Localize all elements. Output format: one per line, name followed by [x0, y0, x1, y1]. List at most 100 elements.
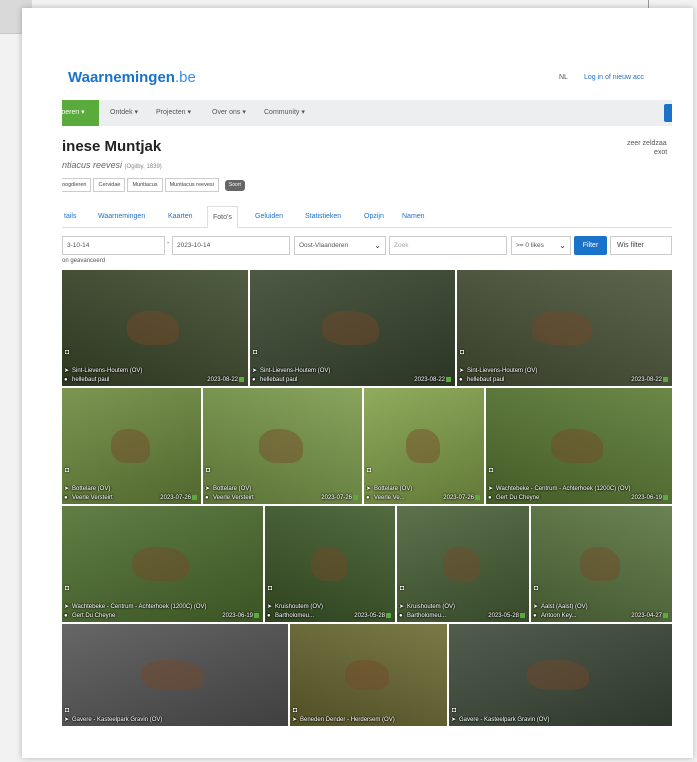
validated-check-icon	[386, 613, 391, 618]
nav-item-community[interactable]: Community ▾	[264, 100, 305, 126]
photo-tile[interactable]: ◘ ➤ Gavere - Kasteelpark Gravin (OV)	[62, 624, 288, 726]
status-label: exot	[654, 149, 668, 156]
photo-date: 2023-06-19	[631, 495, 662, 501]
photo-image	[258, 428, 304, 464]
user-icon: ●	[366, 495, 370, 501]
photo-tile[interactable]: ◘ ➤ Wachtebeke - Centrum - Achterhoek (120…	[62, 506, 263, 622]
date-from-input[interactable]: 3-10-14	[62, 236, 165, 255]
location-arrow-icon: ➤	[399, 604, 405, 610]
advanced-toggle-link[interactable]: on geavanceerd	[62, 258, 105, 264]
photo-location: ➤ Sint-Lievens-Houtem (OV)	[64, 367, 244, 374]
species-tabs: tails Waarnemingen Kaarten Foto's Geluid…	[62, 206, 672, 228]
photo-observer: ● Gert Du Cheyne 2023-06-19	[64, 613, 259, 619]
camera-icon: ◘	[65, 349, 70, 356]
photo-observer: ● Veerle Ve... 2023-07-26	[366, 495, 480, 501]
photo-image	[344, 659, 389, 691]
photo-tile[interactable]: ◘ ➤ Wachtebeke - Centrum - Achterhoek (120…	[486, 388, 672, 504]
photo-tile[interactable]: ◘ ➤ Bottelare (OV) ● Veerle Versteirt 2023-07…	[62, 388, 201, 504]
clear-filter-button[interactable]: Wis filter	[610, 236, 672, 255]
tab-kaarten[interactable]: Kaarten	[168, 206, 193, 228]
tab-statistieken[interactable]: Statistieken	[305, 206, 341, 228]
filter-button[interactable]: Filter	[574, 236, 607, 255]
validated-check-icon	[475, 495, 480, 500]
location-arrow-icon: ➤	[64, 717, 70, 723]
main-navbar: Invoeren ▾ Ontdek ▾ Projecten ▾ Over ons…	[62, 100, 672, 126]
photo-tile[interactable]: ◘ ➤ Sint-Lievens-Houtem (OV) ● hellebaut pau…	[62, 270, 248, 386]
nav-action-button[interactable]	[664, 104, 672, 122]
validated-check-icon	[254, 613, 259, 618]
search-input[interactable]: Zoek	[389, 236, 507, 255]
breadcrumb-family[interactable]: Cervidae	[93, 178, 126, 192]
tab-geluiden[interactable]: Geluiden	[255, 206, 283, 228]
photo-image	[443, 546, 481, 582]
site-logo[interactable]: Waarnemingen.be	[68, 69, 196, 86]
location-text: Sint-Lievens-Houtem (OV)	[72, 368, 143, 374]
photo-date: 2023-05-28	[354, 613, 385, 619]
user-icon: ●	[64, 495, 68, 501]
tab-details[interactable]: tails	[64, 206, 76, 228]
photo-tile[interactable]: ◘ ➤ Beneden Dender - Herdersem (OV)	[290, 624, 447, 726]
likes-value: >= 0 likes	[516, 242, 544, 249]
photo-image	[141, 659, 205, 691]
rank-badge: Soort	[224, 180, 245, 191]
photo-observer: ● Bartholomeu... 2023-05-28	[267, 613, 391, 619]
region-select[interactable]: Oost-Vlaanderen ⌄	[294, 236, 386, 255]
location-text: Bottelare (OV)	[213, 486, 252, 492]
location-arrow-icon: ➤	[451, 717, 457, 723]
language-selector[interactable]: NL	[559, 74, 568, 81]
page-card: ) Waarnemingen.be NL Log in of nieuw acc…	[22, 8, 693, 758]
validated-check-icon	[446, 377, 451, 382]
tab-waarnemingen[interactable]: Waarnemingen	[98, 206, 145, 228]
location-arrow-icon: ➤	[64, 368, 70, 374]
photo-location: ➤ Aalst (Aalst) (OV)	[533, 603, 668, 610]
observer-name: Gert Du Cheyne	[72, 613, 116, 619]
camera-icon: ◘	[452, 707, 457, 714]
photo-location: ➤ Wachtebeke - Centrum - Achterhoek (1200…	[488, 485, 668, 492]
tab-fotos[interactable]: Foto's	[207, 206, 238, 228]
taxonomy-breadcrumb: oogdieren Cervidae Muntiacus Muntiacus r…	[62, 178, 245, 192]
location-arrow-icon: ➤	[292, 717, 298, 723]
user-icon: ●	[64, 377, 68, 383]
nav-label: Invoeren ▾	[62, 109, 85, 116]
camera-icon: ◘	[489, 467, 494, 474]
photo-tile[interactable]: ◘ ➤ Kruishoutem (OV) ● Bartholomeu... 2023-05…	[397, 506, 529, 622]
nav-item-ontdek[interactable]: Ontdek ▾	[110, 100, 138, 126]
date-to-input[interactable]: 2023-10-14	[172, 236, 290, 255]
photo-observer: ● hellebaut paul 2023-08-22	[459, 377, 668, 383]
nav-item-invoeren[interactable]: Invoeren ▾	[62, 100, 99, 126]
location-text: Sint-Lievens-Houtem (OV)	[260, 368, 331, 374]
photo-location: ➤ Wachtebeke - Centrum - Achterhoek (1200…	[64, 603, 259, 610]
nav-item-projecten[interactable]: Projecten ▾	[156, 100, 191, 126]
photo-image	[551, 428, 604, 464]
observer-name: Veerle Versteirt	[72, 495, 113, 501]
photo-tile[interactable]: ◘ ➤ Sint-Lievens-Houtem (OV) ● hellebaut pau…	[250, 270, 455, 386]
camera-icon: ◘	[65, 467, 70, 474]
chevron-down-icon: ⌄	[374, 241, 381, 250]
photo-tile[interactable]: ◘ ➤ Aalst (Aalst) (OV) ● Antoon Key... 2023-0…	[531, 506, 672, 622]
breadcrumb-class[interactable]: oogdieren	[62, 178, 92, 192]
photo-tile[interactable]: ◘ ➤ Bottelare (OV) ● Veerle Versteirt 2023-07…	[203, 388, 362, 504]
photo-tile[interactable]: ◘ ➤ Bottelare (OV) ● Veerle Ve... 2023-07-26	[364, 388, 484, 504]
tab-namen[interactable]: Namen	[402, 206, 425, 228]
likes-select[interactable]: >= 0 likes ⌄	[511, 236, 571, 255]
region-value: Oost-Vlaanderen	[299, 242, 349, 249]
location-arrow-icon: ➤	[533, 604, 539, 610]
photo-tile[interactable]: ◘ ➤ Sint-Lievens-Houtem (OV) ● hellebaut pau…	[457, 270, 672, 386]
photo-location: ➤ Sint-Lievens-Houtem (OV)	[459, 367, 668, 374]
species-scientific-name: ntiacus reevesi (Ogilby, 1839)	[62, 160, 162, 170]
photo-image	[580, 546, 620, 582]
species-title: inese Muntjak	[62, 138, 162, 155]
observer-name: hellebaut paul	[72, 377, 110, 383]
breadcrumb-species[interactable]: Muntiacus reevesi	[164, 178, 219, 192]
photo-tile[interactable]: ◘ ➤ Kruishoutem (OV) ● Bartholomeu... 2023-05…	[265, 506, 395, 622]
login-link[interactable]: Log in of nieuw acc	[584, 74, 644, 81]
observer-name: Veerle Ve...	[374, 495, 405, 501]
photo-tile[interactable]: ◘ ➤ Gavere - Kasteelpark Gravin (OV)	[449, 624, 672, 726]
photo-image	[110, 428, 150, 464]
breadcrumb-genus[interactable]: Muntiacus	[127, 178, 163, 192]
scientific-author: (Ogilby, 1839)	[124, 164, 162, 170]
tab-opzijn[interactable]: Opzijn	[364, 206, 384, 228]
camera-icon: ◘	[400, 585, 405, 592]
date-from-value: 3-10-14	[67, 242, 90, 249]
nav-item-over-ons[interactable]: Over ons ▾	[212, 100, 246, 126]
